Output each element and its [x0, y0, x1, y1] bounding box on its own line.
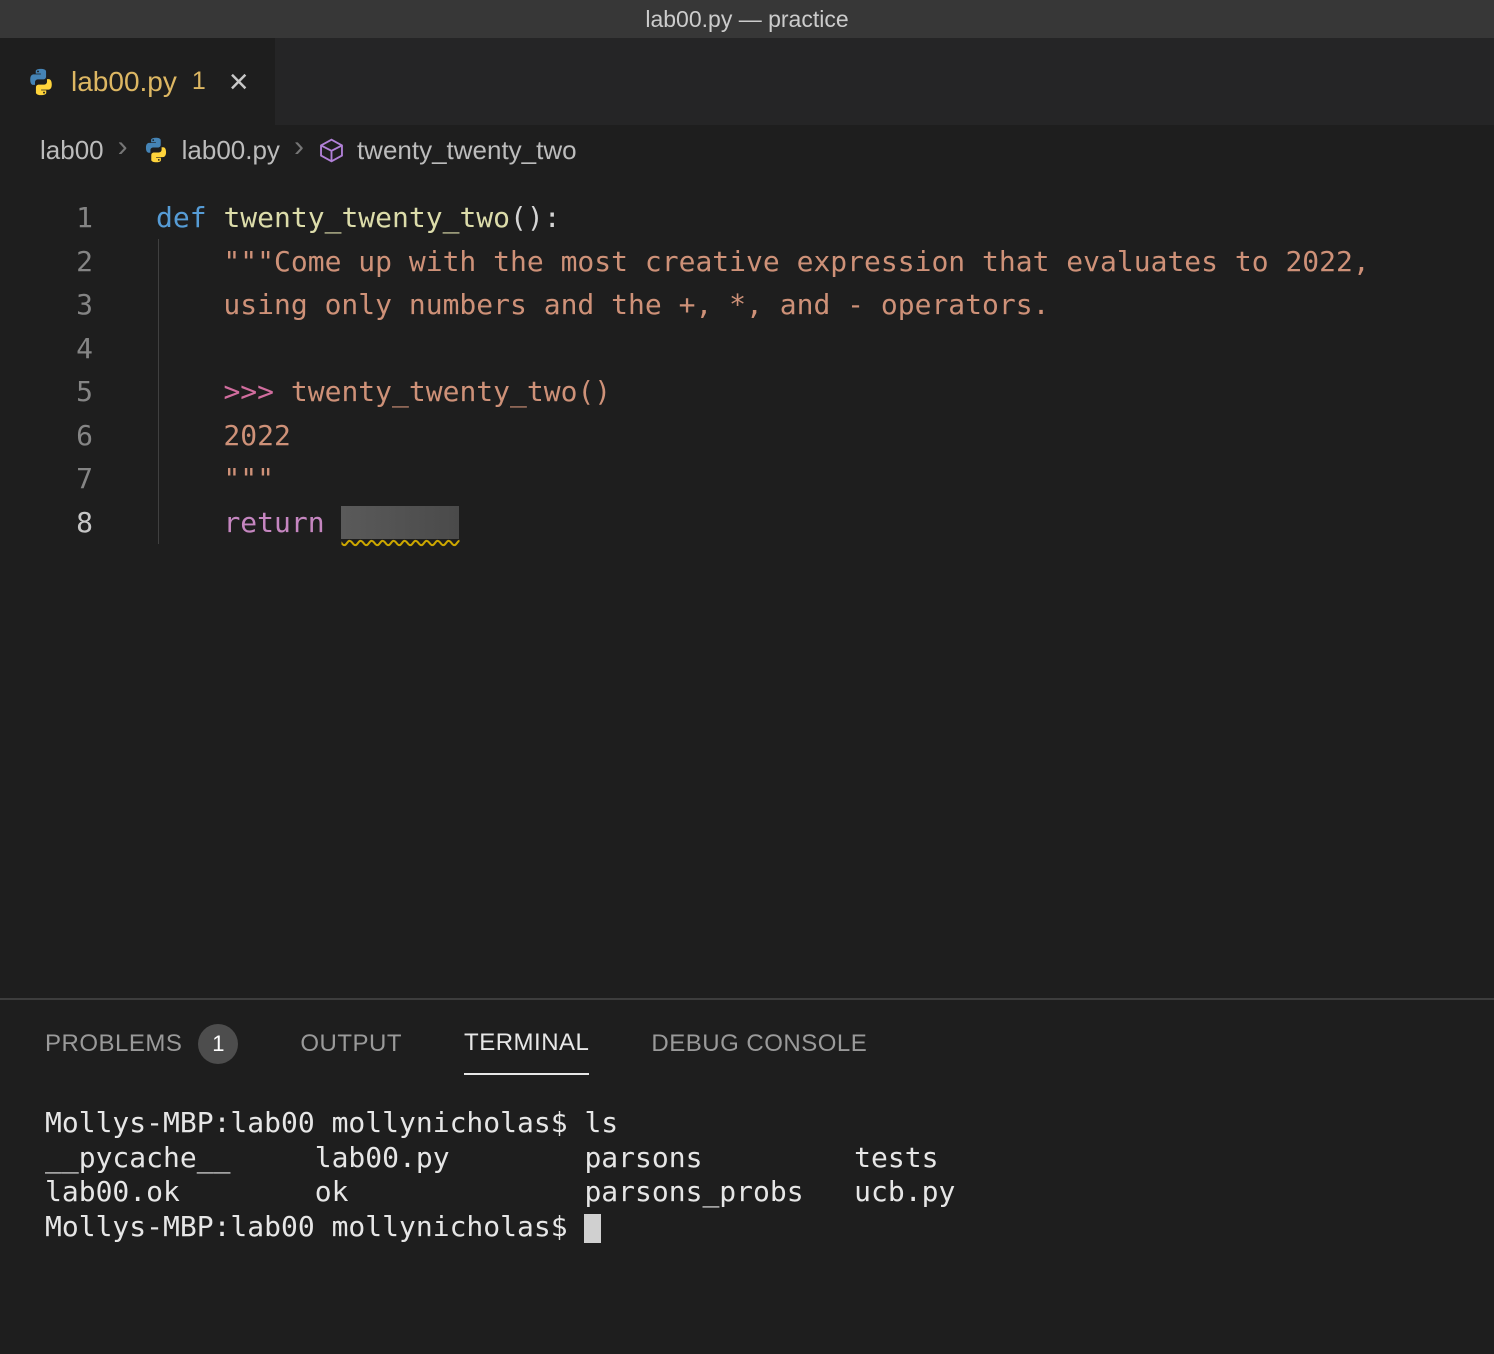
terminal-output: Mollys-MBP:lab00 mollynicholas$ ls__pyca… — [45, 1106, 1494, 1244]
terminal[interactable]: Mollys-MBP:lab00 mollynicholas$ ls__pyca… — [0, 1106, 1494, 1244]
code-token: 2022 — [156, 419, 291, 452]
code-token — [156, 506, 223, 539]
terminal-text: __pycache__ lab00.py parsons tests — [45, 1141, 938, 1174]
python-icon — [142, 136, 170, 164]
code-token: """Come up with the most creative expres… — [156, 245, 1370, 278]
line-number: 6 — [0, 414, 120, 458]
terminal-text: Mollys-MBP:lab00 mollynicholas$ — [45, 1210, 584, 1243]
code-line[interactable]: 7 """ — [0, 457, 1494, 501]
code-line[interactable]: 8 return — [0, 501, 1494, 545]
panel-tab-debug-console[interactable]: DEBUG CONSOLE — [651, 1030, 867, 1074]
panel-tab-label: OUTPUT — [300, 1030, 402, 1058]
breadcrumb-folder[interactable]: lab00 — [40, 135, 104, 166]
breadcrumb-symbol[interactable]: twenty_twenty_two — [357, 135, 577, 166]
python-icon — [26, 67, 56, 97]
close-icon[interactable]: × — [229, 65, 249, 99]
tab-label: lab00.py — [71, 66, 177, 98]
code-text: def twenty_twenty_two(): — [120, 196, 561, 240]
terminal-line: __pycache__ lab00.py parsons tests — [45, 1141, 1494, 1176]
panel-tab-label: TERMINAL — [464, 1029, 589, 1057]
code-line[interactable]: 6 2022 — [0, 414, 1494, 458]
code-line[interactable]: 4 — [0, 327, 1494, 371]
bottom-panel: PROBLEMS 1 OUTPUT TERMINAL DEBUG CONSOLE Mol… — [0, 998, 1494, 1354]
code-text: return — [120, 501, 459, 545]
code-line[interactable]: 3 using only numbers and the +, *, and -… — [0, 283, 1494, 327]
code-token — [156, 375, 223, 408]
code-token: twenty_twenty_two — [223, 201, 510, 234]
code-line[interactable]: 5 >>> twenty_twenty_two() — [0, 370, 1494, 414]
title-bar: lab00.py — practice — [0, 0, 1494, 38]
code-text: using only numbers and the +, *, and - o… — [120, 283, 1049, 327]
panel-tab-label: PROBLEMS — [45, 1030, 182, 1058]
window-title: lab00.py — practice — [645, 6, 848, 33]
code-text: 2022 — [120, 414, 291, 458]
code-text: """Come up with the most creative expres… — [120, 240, 1370, 284]
chevron-right-icon: › — [118, 130, 128, 164]
indent-guide — [158, 239, 159, 544]
code-token: (): — [510, 201, 561, 234]
tab-problems-count: 1 — [192, 67, 206, 96]
code-token — [207, 201, 224, 234]
breadcrumb-file[interactable]: lab00.py — [182, 135, 280, 166]
line-number: 4 — [0, 327, 120, 371]
line-number: 1 — [0, 196, 120, 240]
panel-tab-label: DEBUG CONSOLE — [651, 1030, 867, 1058]
terminal-line: Mollys-MBP:lab00 mollynicholas$ — [45, 1210, 1494, 1245]
symbol-cube-icon — [318, 137, 345, 164]
terminal-cursor — [584, 1214, 601, 1243]
terminal-line: Mollys-MBP:lab00 mollynicholas$ ls — [45, 1106, 1494, 1141]
code-editor[interactable]: 1def twenty_twenty_two():2 """Come up wi… — [0, 175, 1494, 998]
code-token: >>> — [223, 375, 274, 408]
breadcrumb: lab00 › lab00.py › twenty_twenty_two — [0, 125, 1494, 175]
code-token — [325, 506, 342, 539]
code-token: twenty_twenty_two() — [274, 375, 611, 408]
terminal-line: lab00.ok ok parsons_probs ucb.py — [45, 1175, 1494, 1210]
line-number: 7 — [0, 457, 120, 501]
line-number: 5 — [0, 370, 120, 414]
code-lines: 1def twenty_twenty_two():2 """Come up wi… — [0, 196, 1494, 544]
code-text: """ — [120, 457, 274, 501]
code-text — [120, 327, 156, 371]
terminal-text: Mollys-MBP:lab00 mollynicholas$ ls — [45, 1106, 618, 1139]
panel-tab-problems[interactable]: PROBLEMS 1 — [45, 1024, 238, 1080]
chevron-right-icon: › — [294, 130, 304, 164]
panel-tab-terminal[interactable]: TERMINAL — [464, 1029, 589, 1075]
line-number: 2 — [0, 240, 120, 284]
code-token: return — [223, 506, 324, 539]
line-number: 3 — [0, 283, 120, 327]
panel-tabs: PROBLEMS 1 OUTPUT TERMINAL DEBUG CONSOLE — [0, 1000, 1494, 1080]
tab-lab00py[interactable]: lab00.py 1 × — [0, 38, 275, 125]
code-token: """ — [156, 462, 274, 495]
panel-tab-output[interactable]: OUTPUT — [300, 1030, 402, 1074]
problems-count-badge: 1 — [198, 1024, 238, 1064]
code-line[interactable]: 2 """Come up with the most creative expr… — [0, 240, 1494, 284]
warning-placeholder — [341, 506, 459, 539]
code-token: def — [156, 201, 207, 234]
code-token: using only numbers and the +, *, and - o… — [156, 288, 1049, 321]
tab-bar: lab00.py 1 × — [0, 38, 1494, 125]
code-text: >>> twenty_twenty_two() — [120, 370, 611, 414]
terminal-text: lab00.ok ok parsons_probs ucb.py — [45, 1175, 955, 1208]
code-line[interactable]: 1def twenty_twenty_two(): — [0, 196, 1494, 240]
line-number: 8 — [0, 501, 120, 545]
